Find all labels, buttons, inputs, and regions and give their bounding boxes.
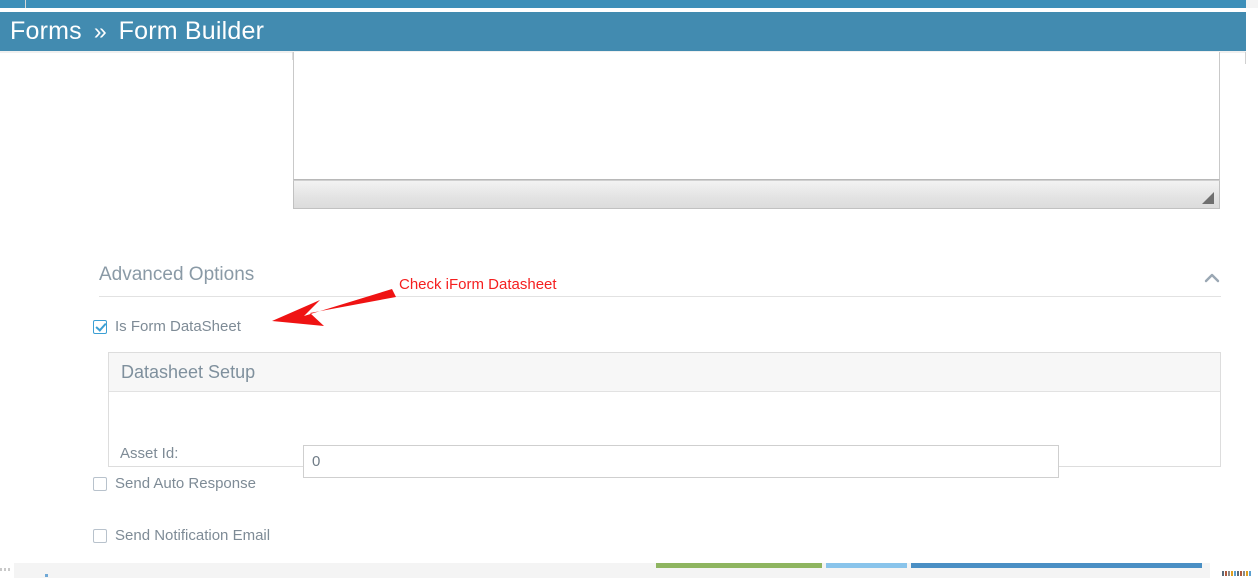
annotation-caption: Check iForm Datasheet [399,276,557,293]
datasheet-setup-panel: Datasheet Setup Asset Id: [108,352,1221,478]
page-root: Forms » Form Builder Advanced Options Is… [0,0,1258,578]
top-accent-bar [0,0,1246,8]
breadcrumb-item-form-builder[interactable]: Form Builder [119,19,265,44]
checkbox-send-auto-response-box[interactable] [93,477,107,491]
asset-id-label: Asset Id: [120,445,179,462]
advanced-options-section: Advanced Options [99,262,1221,297]
checkbox-send-auto-response[interactable]: Send Auto Response [93,476,256,492]
primary-green-button[interactable] [656,563,822,568]
checkbox-is-form-datasheet-label: Is Form DataSheet [115,318,241,335]
secondary-light-blue-button[interactable] [826,563,907,568]
system-tray-icons [1222,571,1252,576]
checkbox-is-form-datasheet-box[interactable] [93,320,107,334]
tertiary-blue-button[interactable] [911,563,1202,568]
footer-blue-dot [45,574,48,577]
chevron-up-icon[interactable] [1204,272,1220,284]
editor-status-bar [293,180,1220,209]
checkbox-send-notification-email-box[interactable] [93,529,107,543]
asset-id-input[interactable] [303,445,1059,478]
advanced-options-header[interactable]: Advanced Options [99,262,1221,297]
editor-edge-right-marker [1245,52,1246,64]
datasheet-setup-title: Datasheet Setup [121,361,256,382]
breadcrumb: Forms » Form Builder [0,12,1246,51]
rich-text-editor[interactable] [293,52,1220,209]
checkbox-is-form-datasheet[interactable]: Is Form DataSheet [93,319,241,335]
breadcrumb-separator-icon: » [93,18,107,44]
editor-content-area[interactable] [293,52,1220,180]
scroll-rail-left [25,0,26,8]
footer-dotted-marker [0,568,12,571]
checkbox-send-auto-response-label: Send Auto Response [115,475,256,492]
datasheet-setup-panel-header: Datasheet Setup [109,353,1220,392]
breadcrumb-item-forms[interactable]: Forms [10,19,82,44]
datasheet-setup-panel-body: Asset Id: [109,392,1220,478]
advanced-options-title: Advanced Options [99,264,255,285]
checkbox-send-notification-email[interactable]: Send Notification Email [93,528,270,544]
resize-grip-icon[interactable] [1202,192,1214,204]
checkbox-send-notification-email-label: Send Notification Email [115,527,271,544]
